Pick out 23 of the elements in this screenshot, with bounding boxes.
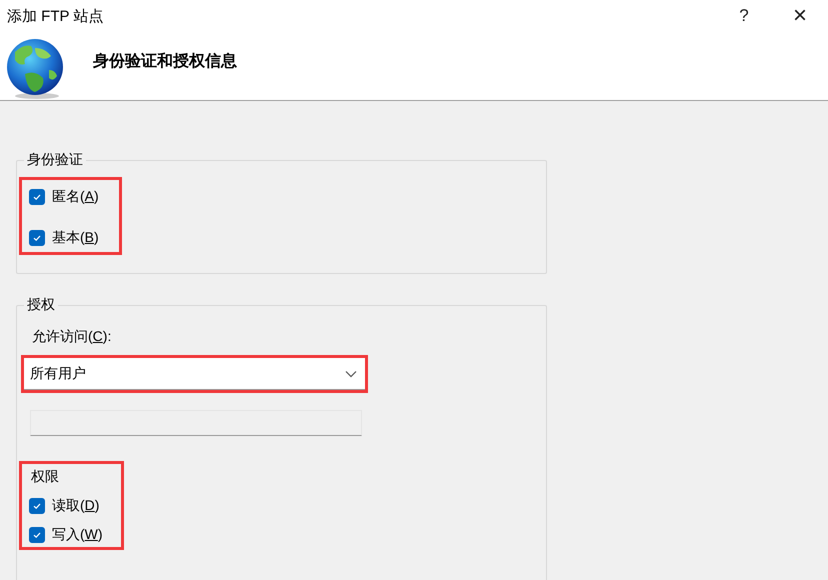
help-button[interactable]: ?: [716, 0, 772, 32]
access-dropdown[interactable]: 所有用户: [24, 358, 365, 390]
close-button[interactable]: ×: [772, 0, 828, 32]
check-icon: [32, 233, 42, 243]
checkbox-label: 写入(W): [52, 526, 103, 544]
check-icon: [32, 501, 42, 511]
checkbox[interactable]: [29, 189, 45, 205]
checkbox[interactable]: [29, 230, 45, 246]
window-title: 添加 FTP 站点: [7, 6, 104, 26]
group-legend: 授权: [24, 296, 58, 314]
check-icon: [32, 530, 42, 540]
globe-icon: [5, 38, 65, 100]
checkbox[interactable]: [29, 498, 45, 514]
group-legend: 身份验证: [24, 151, 86, 169]
check-icon: [32, 192, 42, 202]
checkbox-label: 基本(B): [52, 229, 99, 247]
chevron-down-icon: [345, 370, 357, 378]
page-heading: 身份验证和授权信息: [93, 52, 237, 72]
field-label: 允许访问(C):: [32, 328, 112, 346]
section-label: 权限: [31, 468, 60, 486]
checkbox[interactable]: [29, 527, 45, 543]
checkbox-label: 匿名(A): [52, 188, 99, 206]
checkbox-label: 读取(D): [52, 497, 100, 515]
